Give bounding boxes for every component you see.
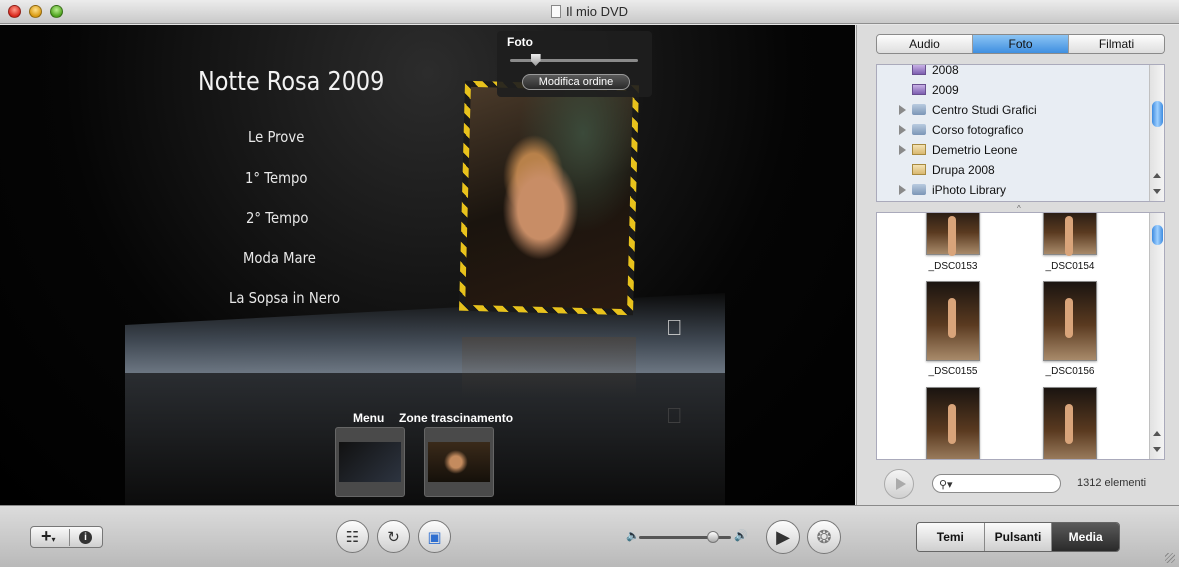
- source-label: Corso fotografico: [932, 123, 1024, 137]
- tab-pulsanti[interactable]: Pulsanti: [984, 523, 1053, 551]
- drop-zone-thumbnail[interactable]: [424, 427, 494, 497]
- button-divider: [69, 529, 70, 546]
- photo-thumbnail[interactable]: [926, 213, 980, 256]
- tab-temi[interactable]: Temi: [917, 523, 985, 551]
- add-button[interactable]: +▾: [41, 526, 56, 547]
- map-view-button[interactable]: ☷: [336, 520, 369, 553]
- preview-play-large-button[interactable]: ▶: [766, 520, 800, 554]
- resize-grip-icon[interactable]: [1165, 553, 1175, 563]
- title-bar: Il mio DVD: [0, 0, 1179, 24]
- disclosure-triangle-icon[interactable]: [899, 105, 906, 115]
- hud-slider-knob[interactable]: [530, 54, 541, 66]
- menu-button-moda-mare[interactable]: Moda Mare: [243, 249, 316, 267]
- photo-label: _DSC0155: [928, 366, 978, 377]
- photo-label: _DSC0156: [1045, 366, 1095, 377]
- media-panel: Audio Foto Filmati 2008 2009 Centro Stud…: [856, 25, 1179, 505]
- scroll-down-icon[interactable]: [1153, 189, 1161, 194]
- photo-browser-scrollbar[interactable]: [1149, 213, 1164, 459]
- photo-thumbnail[interactable]: [926, 281, 980, 361]
- source-label: iPhoto Library: [932, 183, 1007, 197]
- drop-zone-image: [465, 86, 633, 310]
- menu-thumbnail-image: [339, 442, 401, 482]
- play-icon: ▶: [776, 527, 790, 547]
- tab-filmati[interactable]: Filmati: [1069, 35, 1164, 53]
- scrollbar-thumb[interactable]: [1152, 225, 1163, 245]
- drop-zone-reflection: [462, 337, 636, 397]
- event-icon: [912, 65, 926, 75]
- idvd-window: Il mio DVD Notte Rosa 2009 Le Prove 1° T…: [0, 0, 1179, 567]
- photo-label: _DSC0154: [1045, 261, 1095, 272]
- disclosure-triangle-icon[interactable]: [899, 185, 906, 195]
- media-type-tabs: Audio Foto Filmati: [876, 34, 1165, 54]
- photo-source-list: 2008 2009 Centro Studi Grafici Corso fot…: [876, 64, 1165, 202]
- menu-button-1-tempo[interactable]: 1° Tempo: [245, 169, 307, 187]
- folder-icon: [912, 124, 926, 135]
- volume-high-icon: 🔊: [734, 530, 748, 542]
- scroll-down-icon[interactable]: [1153, 447, 1161, 452]
- folder-icon: [912, 104, 926, 115]
- scroll-up-icon[interactable]: [1153, 431, 1161, 436]
- drop-zone-icon: ▣: [427, 529, 442, 546]
- edit-order-button[interactable]: Modifica ordine: [522, 74, 630, 90]
- menu-preview[interactable]: Notte Rosa 2009 Le Prove 1° Tempo 2° Tem…: [0, 25, 855, 505]
- scroll-up-icon[interactable]: [1153, 173, 1161, 178]
- menu-button-le-prove[interactable]: Le Prove: [248, 128, 304, 146]
- burn-aperture-icon: ❂: [816, 527, 832, 547]
- item-count: 1312 elementi: [1077, 477, 1147, 489]
- preview-play-button[interactable]: [884, 469, 914, 499]
- photo-thumbnail[interactable]: [1043, 281, 1097, 361]
- tab-audio[interactable]: Audio: [877, 35, 973, 53]
- event-icon: [912, 84, 926, 95]
- volume-slider-knob[interactable]: [706, 531, 719, 543]
- volume-low-icon: 🔈: [626, 530, 640, 542]
- menu-thumbnail[interactable]: [335, 427, 405, 497]
- tab-media[interactable]: Media: [1052, 523, 1119, 551]
- source-label: 2008: [932, 64, 959, 77]
- tab-foto[interactable]: Foto: [973, 35, 1069, 53]
- document-icon: [550, 5, 561, 18]
- motion-button[interactable]: ↻: [377, 520, 410, 553]
- source-label: Drupa 2008: [932, 163, 995, 177]
- source-label: 2009: [932, 83, 959, 97]
- photo-browser: _DSC0153 _DSC0154 _DSC0155 _DSC0156: [876, 212, 1165, 460]
- menu-zone-label: Menu: [353, 411, 385, 425]
- burn-button[interactable]: ❂: [807, 520, 841, 554]
- folder-icon: [912, 184, 926, 195]
- photo-thumbnail[interactable]: [926, 387, 980, 459]
- source-label: Demetrio Leone: [932, 143, 1018, 157]
- window-title-wrap: Il mio DVD: [0, 4, 1179, 19]
- splitter-grip-icon[interactable]: ^: [1017, 204, 1023, 213]
- bottom-toolbar: +▾ i ☷ ↻ ▣ 🔈 🔊 ▶ ❂ Temi Pulsanti Media: [0, 505, 1179, 567]
- source-label: Centro Studi Grafici: [932, 103, 1037, 117]
- menu-button-la-sopsa-in-nero[interactable]: La Sopsa in Nero: [229, 289, 340, 307]
- photo-thumbnail[interactable]: [1043, 387, 1097, 459]
- map-icon: ☷: [345, 529, 360, 546]
- drop-zone-edit-button[interactable]: ▣: [418, 520, 451, 553]
- add-info-buttons: +▾ i: [30, 526, 103, 548]
- apple-logo-icon: : [666, 315, 683, 341]
- drop-zone-thumbnail-image: [428, 442, 490, 482]
- hud-slider-track[interactable]: [510, 59, 638, 62]
- disclosure-triangle-icon[interactable]: [899, 125, 906, 135]
- menu-title[interactable]: Notte Rosa 2009: [198, 67, 384, 97]
- drop-zones-label: Zone trascinamento: [399, 411, 514, 425]
- photo-search-field[interactable]: ⚲▾: [932, 474, 1061, 493]
- hud-title: Foto: [507, 35, 533, 49]
- album-icon: [912, 164, 926, 175]
- album-icon: [912, 144, 926, 155]
- info-button[interactable]: i: [79, 531, 92, 544]
- motion-icon: ↻: [387, 529, 400, 546]
- photo-label: _DSC0153: [928, 261, 978, 272]
- photo-hud: Foto Modifica ordine: [497, 31, 652, 97]
- photo-thumbnail[interactable]: [1043, 213, 1097, 256]
- view-tabs: Temi Pulsanti Media: [916, 522, 1120, 552]
- search-icon: ⚲▾: [939, 479, 953, 491]
- disclosure-triangle-icon[interactable]: [899, 145, 906, 155]
- source-list-scrollbar[interactable]: [1149, 65, 1164, 201]
- window-title: Il mio DVD: [565, 4, 629, 19]
- scrollbar-thumb[interactable]: [1152, 101, 1163, 127]
- drop-zone-photo[interactable]: [459, 80, 639, 316]
- apple-logo-reflection-icon: : [666, 403, 683, 429]
- menu-button-2-tempo[interactable]: 2° Tempo: [246, 209, 308, 227]
